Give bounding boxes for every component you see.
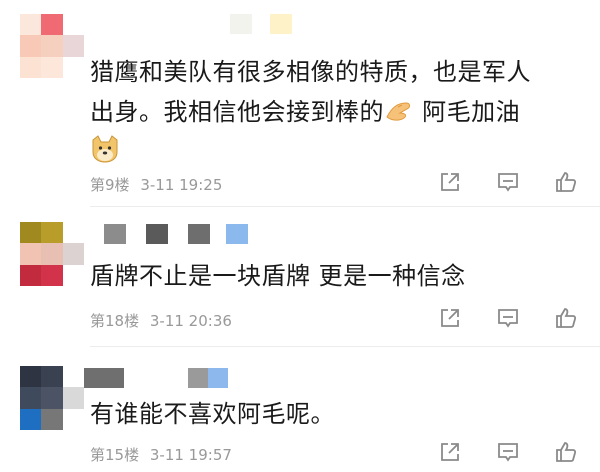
comment-meta: 第18楼 3-11 20:36 xyxy=(90,310,232,331)
comment-meta: 第9楼 3-11 19:25 xyxy=(90,174,222,195)
separator xyxy=(90,346,600,347)
comment-text-line: 出身。我相信他会接到棒的 阿毛加油 xyxy=(90,92,590,132)
doge-emoji-icon xyxy=(90,134,120,164)
comment-item: 盾牌不止是一块盾牌 更是一种信念 第18楼 3-11 20:36 xyxy=(0,208,600,346)
comment-text-segment: 阿毛加油 xyxy=(414,98,521,126)
username-pixelated[interactable] xyxy=(84,368,228,390)
comment-text-segment: 出身。我相信他会接到棒的 xyxy=(90,98,384,126)
like-icon[interactable] xyxy=(554,170,578,194)
comment-text: 有谁能不喜欢阿毛呢。 xyxy=(90,394,590,434)
timestamp: 3-11 19:57 xyxy=(149,446,232,464)
comment-item: 猎鹰和美队有很多相像的特质，也是军人 出身。我相信他会接到棒的 阿毛加油 第9楼… xyxy=(0,0,600,206)
like-icon[interactable] xyxy=(554,306,578,330)
reply-icon[interactable] xyxy=(496,306,520,330)
separator xyxy=(90,206,600,207)
avatar[interactable] xyxy=(20,222,84,286)
comment-actions xyxy=(438,440,578,464)
share-icon[interactable] xyxy=(438,170,462,194)
timestamp: 3-11 19:25 xyxy=(140,176,223,194)
clapping-hands-emoji-icon xyxy=(384,95,414,121)
floor-number: 第9楼 xyxy=(90,176,130,194)
floor-number: 第18楼 xyxy=(90,312,140,330)
comment-text-line: 猎鹰和美队有很多相像的特质，也是军人 xyxy=(90,58,531,86)
comment-item: 有谁能不喜欢阿毛呢。 第15楼 3-11 19:57 xyxy=(0,348,600,472)
share-icon[interactable] xyxy=(438,440,462,464)
like-icon[interactable] xyxy=(554,440,578,464)
comment-text-line: 有谁能不喜欢阿毛呢。 xyxy=(90,400,335,428)
timestamp: 3-11 20:36 xyxy=(149,312,232,330)
comment-text: 猎鹰和美队有很多相像的特质，也是军人 出身。我相信他会接到棒的 阿毛加油 xyxy=(90,52,590,132)
comment-actions xyxy=(438,170,578,194)
username-pixelated[interactable] xyxy=(230,14,292,36)
comment-actions xyxy=(438,306,578,330)
comment-text: 盾牌不止是一块盾牌 更是一种信念 xyxy=(90,256,590,296)
reply-icon[interactable] xyxy=(496,440,520,464)
reply-icon[interactable] xyxy=(496,170,520,194)
avatar[interactable] xyxy=(20,366,84,430)
floor-number: 第15楼 xyxy=(90,446,140,464)
username-pixelated[interactable] xyxy=(104,224,248,246)
comment-meta: 第15楼 3-11 19:57 xyxy=(90,444,232,465)
comment-text-line: 盾牌不止是一块盾牌 更是一种信念 xyxy=(90,262,466,290)
avatar[interactable] xyxy=(20,14,84,78)
share-icon[interactable] xyxy=(438,306,462,330)
